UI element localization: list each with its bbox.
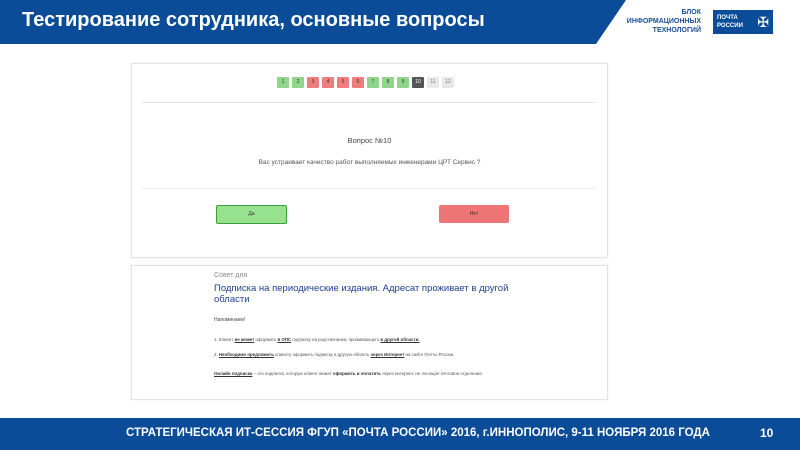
text-span: через интернет, не посещая почтовое отде… (381, 371, 483, 376)
divider (142, 188, 597, 189)
question-page-button[interactable]: 7 (367, 77, 379, 88)
text-span: подписку на родственника, проживающего (291, 337, 381, 342)
footer-text: СТРАТЕГИЧЕСКАЯ ИТ-СЕССИЯ ФГУП «ПОЧТА РОС… (126, 427, 710, 439)
department-line: ИНФОРМАЦИОННЫХ (626, 18, 701, 25)
russian-post-logo: ПОЧТА РОССИИ ✠ (713, 10, 773, 34)
tip-paragraph-2: 2. Необходимо предложить клиенту оформит… (214, 352, 524, 358)
question-page-button[interactable]: 6 (352, 77, 364, 88)
text-emphasis: оформить и оплатить (333, 371, 381, 376)
text-emphasis: не может (234, 337, 255, 342)
no-button[interactable]: Нет (439, 205, 509, 223)
text-span: на сайте Почты России. (404, 352, 455, 357)
text-span: клиенту оформить подписку в другую облас… (273, 352, 371, 357)
text-span: 1. Клиент (214, 337, 235, 342)
slide-title: Тестирование сотрудника, основные вопрос… (22, 9, 485, 31)
question-page-button[interactable]: 4 (322, 77, 334, 88)
question-text: Вас устраивает качество работ выполняемы… (258, 159, 481, 166)
logo-line: РОССИИ (717, 23, 743, 29)
question-page-button[interactable]: 2 (292, 77, 304, 88)
tip-paragraph-1: 1. Клиент не может оформить в ОПС подпис… (214, 337, 524, 342)
department-line: БЛОК (681, 9, 702, 16)
divider (142, 102, 597, 103)
question-page-button[interactable]: 5 (337, 77, 349, 88)
department-line: ТЕХНОЛОГИЙ (652, 27, 701, 34)
tip-label: Совет дня (214, 272, 248, 279)
text-span: – это подписка, которую клиент может (252, 371, 334, 376)
tip-remind: Напоминаем! (214, 317, 246, 323)
question-page-button[interactable]: 11 (427, 77, 439, 88)
text-emphasis: в ОПС (277, 337, 292, 342)
tip-paragraph-3: Онлайн подписка – это подписка, которую … (214, 371, 524, 377)
logo-text: ПОЧТА РОССИИ (717, 14, 743, 30)
question-page-button[interactable]: 8 (382, 77, 394, 88)
slide-header: Тестирование сотрудника, основные вопрос… (0, 0, 800, 44)
text-emphasis: Онлайн подписка (214, 371, 253, 376)
text-emphasis: через Интернет (370, 352, 405, 357)
tip-of-day-panel: Совет дня Подписка на периодические изда… (131, 265, 608, 400)
question-page-button[interactable]: 1 (277, 77, 289, 88)
slide-page-number: 10 (760, 426, 774, 440)
question-page-button[interactable]: 3 (307, 77, 319, 88)
tip-title: Подписка на периодические издания. Адрес… (214, 283, 509, 305)
quiz-panel: 1 2 3 4 5 6 7 8 9 10 11 12 Вопрос №10 Вас устраивае… (131, 63, 608, 258)
question-pager: 1 2 3 4 5 6 7 8 9 10 11 12 (277, 77, 457, 89)
question-page-button[interactable]: 10 (412, 77, 424, 88)
question-number: Вопрос №10 (347, 136, 392, 145)
text-span: оформить (254, 337, 278, 342)
question-page-button[interactable]: 12 (442, 77, 454, 88)
yes-button[interactable]: Да (216, 205, 287, 224)
department-name: БЛОК ИНФОРМАЦИОННЫХ ТЕХНОЛОГИЙ (605, 8, 701, 35)
logo-line: ПОЧТА (717, 15, 738, 21)
slide-footer: СТРАТЕГИЧЕСКАЯ ИТ-СЕССИЯ ФГУП «ПОЧТА РОС… (0, 418, 800, 450)
eagle-icon: ✠ (757, 14, 769, 30)
question-page-button[interactable]: 9 (397, 77, 409, 88)
text-emphasis: в другой области. (380, 337, 420, 342)
text-emphasis: Необходимо предложить (218, 352, 274, 357)
